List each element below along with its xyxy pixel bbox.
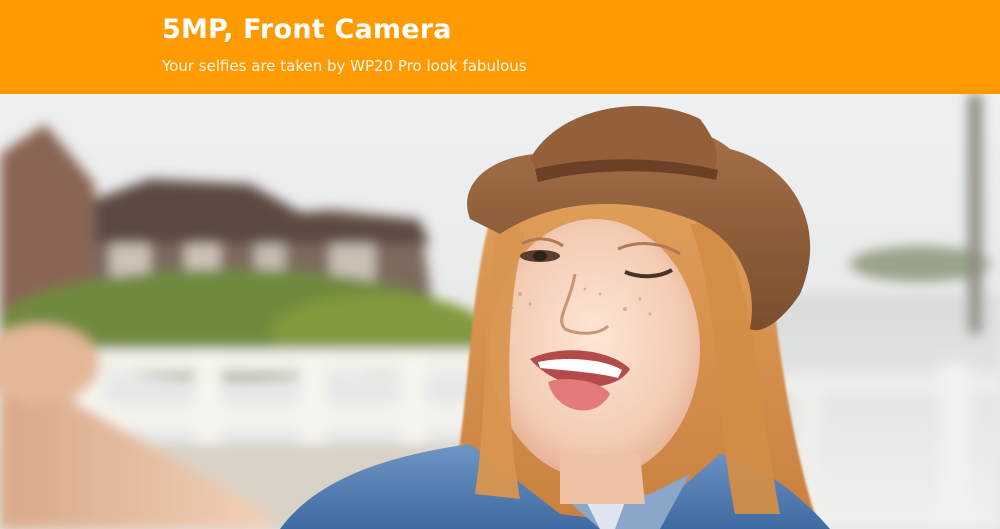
promo-banner: 5MP, Front Camera Your selfies are taken…	[0, 0, 1000, 94]
banner-title: 5MP, Front Camera	[162, 14, 452, 45]
selfie-photo	[0, 94, 1000, 529]
banner-subtitle: Your selfies are taken by WP20 Pro look …	[162, 57, 527, 75]
